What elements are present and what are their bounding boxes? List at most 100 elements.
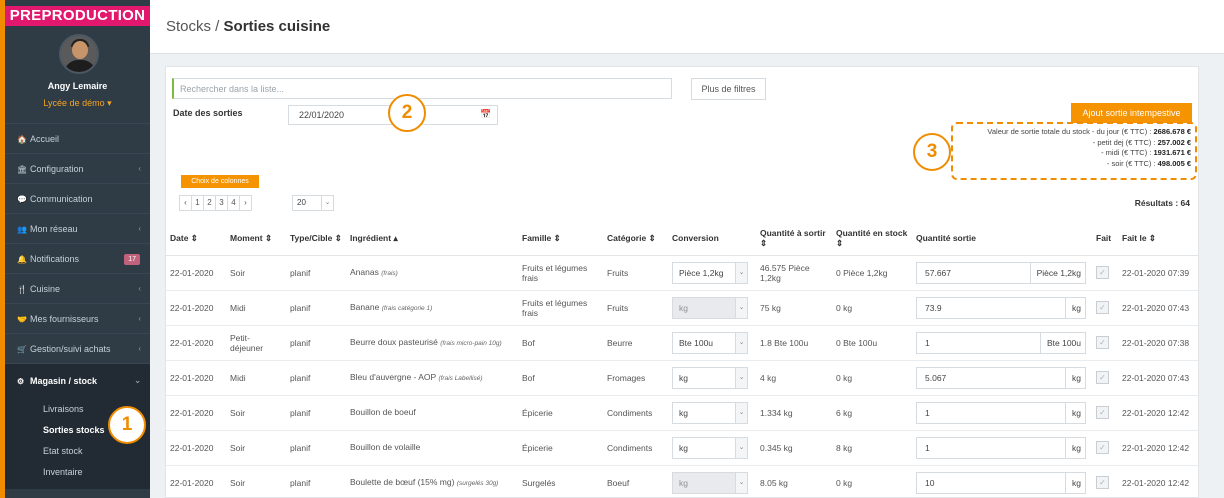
conversion-select[interactable]: kg ⌄ <box>672 366 748 389</box>
ingredient-name: Bouillon de volaille <box>350 441 421 452</box>
ingredient-name: Beurre doux pasteurisé <box>350 336 438 347</box>
chevron-down-icon: ⌄ <box>735 297 747 318</box>
sidebar-item-label: Mon réseau <box>30 224 78 234</box>
sidebar-item-notifications[interactable]: 🔔 Notifications 17 <box>5 243 150 273</box>
school-selector[interactable]: Lycée de démo ▾ <box>5 98 150 109</box>
done-checkbox[interactable]: ✓ <box>1096 266 1109 279</box>
ingredient-note: (frais) <box>381 269 398 277</box>
column-header-11[interactable]: Fait le ⇕ <box>1118 221 1198 256</box>
cell-fait-le: 22-01-2020 07:39 <box>1118 255 1198 291</box>
quantity-unit: kg <box>1065 367 1085 388</box>
done-checkbox[interactable]: ✓ <box>1096 441 1109 454</box>
done-checkbox[interactable]: ✓ <box>1096 301 1109 314</box>
column-header-1[interactable]: Moment ⇕ <box>226 221 286 256</box>
table-header-row: Date ⇕ Moment ⇕ Type/Cible ⇕ Ingrédient ▴ Fa… <box>166 221 1198 256</box>
avatar[interactable] <box>59 34 99 74</box>
breadcrumb-section[interactable]: Stocks / <box>166 18 224 35</box>
sidebar-item-accueil[interactable]: 🏠 Accueil <box>5 123 150 153</box>
quantity-input[interactable] <box>917 472 1017 493</box>
column-header-8[interactable]: Quantité en stock ⇕ <box>832 221 912 256</box>
quantity-input[interactable] <box>917 332 1017 353</box>
cell-a-sortir: 4 kg <box>756 360 832 396</box>
cell-moment: Soir <box>226 255 286 291</box>
column-header-6[interactable]: Conversion <box>668 221 756 256</box>
table-row: 22-01-2020 Soir planif Bouillon de boeuf Ép… <box>166 395 1198 431</box>
nav-icon: 🛒 <box>17 345 27 354</box>
pager-next-button[interactable]: › <box>239 195 252 211</box>
quantity-field: kg <box>916 401 1086 424</box>
cell-date: 22-01-2020 <box>166 465 226 498</box>
chevron-left-icon: ‹ <box>138 164 141 173</box>
cell-a-sortir: 1.8 Bte 100u <box>756 325 832 361</box>
cell-ingredient: Bouillon de volaille <box>346 430 518 466</box>
page-size-select[interactable]: 20 ⌄ <box>292 195 334 211</box>
conversion-select[interactable]: Bte 100u ⌄ <box>672 331 748 354</box>
cell-famille: Épicerie <box>518 395 603 431</box>
cell-date: 22-01-2020 <box>166 430 226 466</box>
column-header-2[interactable]: Type/Cible ⇕ <box>286 221 346 256</box>
column-header-3[interactable]: Ingrédient ▴ <box>346 221 518 256</box>
cell-en-stock: 0 Bte 100u <box>832 325 912 361</box>
sidebar-item-gestion-suivi-achats[interactable]: 🛒 Gestion/suivi achats ‹ <box>5 333 150 363</box>
nav-icon: 🤝 <box>17 315 27 324</box>
sidebar-subitem-inventaire[interactable]: Inventaire <box>5 462 150 483</box>
ingredient-name: Bouillon de boeuf <box>350 406 416 417</box>
cell-fait-le: 22-01-2020 07:43 <box>1118 290 1198 326</box>
cell-date: 22-01-2020 <box>166 325 226 361</box>
quantity-unit: Bte 100u <box>1039 332 1085 353</box>
quantity-field: kg <box>916 436 1086 459</box>
cell-moment: Midi <box>226 290 286 326</box>
sidebar-item-magasin-stock[interactable]: ⚙ Magasin / stock ⌄ <box>5 363 150 397</box>
more-filters-button[interactable]: Plus de filtres <box>691 78 766 100</box>
conversion-select[interactable]: kg ⌄ <box>672 401 748 424</box>
cell-quantite-sortie: kg <box>912 430 1092 466</box>
add-unplanned-exit-button[interactable]: Ajout sortie intempestive <box>1071 103 1192 123</box>
cell-categorie: Condiments <box>603 395 668 431</box>
cell-fait: ✓ <box>1092 430 1118 466</box>
done-checkbox[interactable]: ✓ <box>1096 406 1109 419</box>
chevron-down-icon: ⌄ <box>735 402 747 423</box>
conversion-value: kg <box>679 302 688 313</box>
column-header-5[interactable]: Catégorie ⇕ <box>603 221 668 256</box>
sidebar-item-configuration[interactable]: 🏛 Configuration ‹ <box>5 153 150 183</box>
column-header-0[interactable]: Date ⇕ <box>166 221 226 256</box>
search-input[interactable] <box>172 78 672 99</box>
sidebar-item-label: Gestion/suivi achats <box>30 344 111 354</box>
conversion-select[interactable]: kg ⌄ <box>672 436 748 459</box>
nav-icon: 🔔 <box>17 255 27 264</box>
column-header-9[interactable]: Quantité sortie <box>912 221 1092 256</box>
cell-quantite-sortie: kg <box>912 290 1092 326</box>
cell-conversion: Pièce 1,2kg ⌄ <box>668 255 756 291</box>
conversion-value: kg <box>679 477 688 488</box>
quantity-field: Bte 100u <box>916 331 1086 354</box>
done-checkbox[interactable]: ✓ <box>1096 371 1109 384</box>
conversion-select[interactable]: Pièce 1,2kg ⌄ <box>672 261 748 284</box>
table-body: 22-01-2020 Soir planif Ananas (frais) Fruits… <box>166 255 1198 498</box>
cell-type: planif <box>286 325 346 361</box>
quantity-input[interactable] <box>917 297 1017 318</box>
sidebar-item-cuisine[interactable]: 🍴 Cuisine ‹ <box>5 273 150 303</box>
sidebar-item-communication[interactable]: 💬 Communication <box>5 183 150 213</box>
quantity-input[interactable] <box>917 437 1017 458</box>
sidebar-item-mon-reseau[interactable]: 👥 Mon réseau ‹ <box>5 213 150 243</box>
column-header-7[interactable]: Quantité à sortir ⇕ <box>756 221 832 256</box>
sidebar-item-mes-fournisseurs[interactable]: 🤝 Mes fournisseurs ‹ <box>5 303 150 333</box>
cell-fait-le: 22-01-2020 12:42 <box>1118 395 1198 431</box>
quantity-unit: Pièce 1,2kg <box>1029 262 1085 283</box>
column-header-10[interactable]: Fait <box>1092 221 1118 256</box>
quantity-input[interactable] <box>917 367 1017 388</box>
done-checkbox[interactable]: ✓ <box>1096 336 1109 349</box>
environment-banner: PREPRODUCTION <box>5 6 150 26</box>
chevron-down-icon: ⌄ <box>735 262 747 283</box>
calendar-icon[interactable]: 📅 <box>475 105 497 125</box>
quantity-input[interactable] <box>917 262 1017 283</box>
chevron-left-icon: ‹ <box>138 344 141 353</box>
total-label: - midi (€ TTC) : <box>1101 148 1154 158</box>
nav-icon: ⚙ <box>17 377 25 386</box>
quantity-input[interactable] <box>917 402 1017 423</box>
done-checkbox[interactable]: ✓ <box>1096 476 1109 489</box>
total-value: 2686.678 € <box>1153 127 1191 136</box>
column-header-4[interactable]: Famille ⇕ <box>518 221 603 256</box>
sidebar-subitem-etat-stock[interactable]: Etat stock <box>5 441 150 462</box>
choose-columns-button[interactable]: Choix de colonnes <box>181 175 259 188</box>
